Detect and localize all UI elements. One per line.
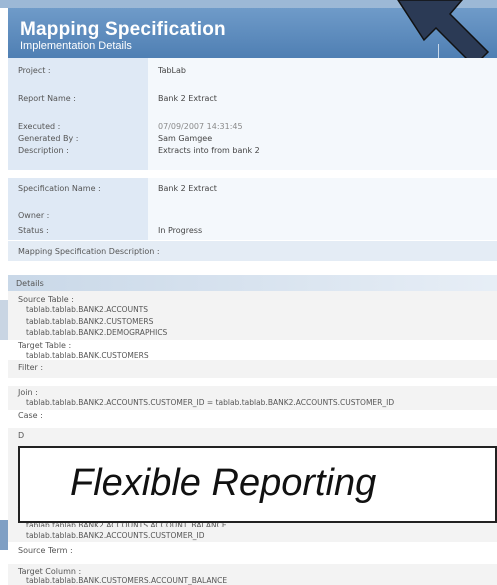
description-label: Description :	[18, 146, 69, 155]
callout-text: Flexible Reporting	[70, 462, 377, 504]
filter-label: Filter :	[18, 363, 44, 372]
owner-label: Owner :	[18, 211, 50, 220]
project-value: TabLab	[158, 66, 186, 75]
specification-section: Specification Name : Bank 2 Extract Owne…	[8, 178, 497, 240]
report-title: Mapping Specification	[20, 19, 226, 40]
details-bar-label: Details	[16, 279, 44, 288]
report-name-label: Report Name :	[18, 94, 76, 103]
source-table-item: tablab.tablab.BANK2.CUSTOMERS	[26, 317, 154, 326]
status-value: In Progress	[158, 226, 203, 235]
case-label: Case :	[18, 411, 43, 420]
summary-section: Project : TabLab Report Name : Bank 2 Ex…	[8, 58, 497, 170]
flexible-reporting-callout: Flexible Reporting	[18, 446, 497, 523]
report-name-value: Bank 2 Extract	[158, 94, 217, 103]
project-label: Project :	[18, 66, 51, 75]
source-table-item: tablab.tablab.BANK2.DEMOGRAPHICS	[26, 328, 168, 335]
mapping-description-label: Mapping Specification Description :	[18, 247, 160, 256]
specification-name-value: Bank 2 Extract	[158, 184, 217, 193]
target-column-label: Target Column :	[18, 567, 82, 576]
details-section-bar[interactable]: Details	[8, 275, 497, 291]
mapping-description-row: Mapping Specification Description :	[8, 241, 497, 261]
source-table-label: Source Table :	[18, 295, 74, 304]
source-term-label: Source Term :	[18, 546, 73, 555]
target-table-label: Target Table :	[18, 341, 72, 350]
report-subtitle: Implementation Details	[20, 40, 132, 52]
column-line: tablab.tablab.BANK2.ACCOUNTS.CUSTOMER_ID	[26, 531, 205, 540]
left-edge-decoration	[0, 520, 8, 550]
executed-value: 07/09/2007 14:31:45	[158, 122, 243, 131]
partial-field-label: D	[18, 431, 25, 440]
specification-name-label: Specification Name :	[18, 184, 101, 193]
executed-label: Executed :	[18, 122, 61, 131]
status-label: Status :	[18, 226, 49, 235]
join-label: Join :	[18, 388, 38, 397]
description-value: Extracts into from bank 2	[158, 146, 260, 155]
target-column-value: tablab.tablab.BANK.CUSTOMERS.ACCOUNT_BAL…	[26, 576, 228, 585]
target-table-value: tablab.tablab.BANK.CUSTOMERS	[26, 351, 149, 360]
join-value: tablab.tablab.BANK2.ACCOUNTS.CUSTOMER_ID…	[26, 398, 395, 407]
source-table-item: tablab.tablab.BANK2.ACCOUNTS	[26, 305, 149, 314]
generated-by-label: Generated By :	[18, 134, 79, 143]
left-edge-decoration	[0, 300, 8, 340]
generated-by-value: Sam Gamgee	[158, 134, 213, 143]
